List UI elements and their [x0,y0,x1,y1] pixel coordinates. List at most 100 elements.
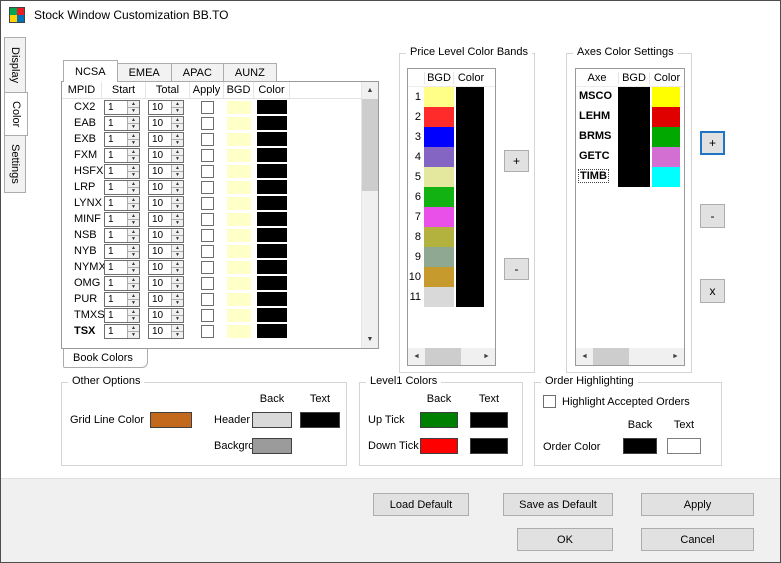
price-band-row[interactable]: 2 [408,107,495,127]
scroll-left-icon[interactable]: ◄ [408,348,425,365]
axes-row[interactable]: LEHM [576,107,684,127]
apply-checkbox[interactable] [200,308,214,322]
apply-checkbox[interactable] [200,228,214,242]
spin-down-icon[interactable]: ▼ [172,315,183,322]
bgd-swatch[interactable] [227,276,251,290]
spin-down-icon[interactable]: ▼ [128,331,139,338]
total-spinner[interactable]: 10 ▲ ▼ [148,260,184,275]
scroll-left-icon[interactable]: ◄ [576,348,593,365]
spin-down-icon[interactable]: ▼ [128,187,139,194]
header-back-swatch[interactable] [252,412,292,428]
tab-apac[interactable]: APAC [170,63,224,82]
book-row[interactable]: PUR 1 ▲ ▼ 10 ▲ ▼ [62,291,361,307]
book-row[interactable]: HSFX 1 ▲ ▼ 10 ▲ ▼ [62,163,361,179]
book-row[interactable]: NYMX 1 ▲ ▼ 10 ▲ ▼ [62,259,361,275]
background-swatch[interactable] [252,438,292,454]
axes-row[interactable]: BRMS [576,127,684,147]
save-as-default-button[interactable]: Save as Default [503,493,613,516]
color-swatch[interactable] [257,116,287,130]
start-spinner[interactable]: 1 ▲ ▼ [104,276,140,291]
apply-checkbox[interactable] [200,116,214,130]
axe-bgd-swatch[interactable] [618,127,650,147]
total-spinner[interactable]: 10 ▲ ▼ [148,324,184,339]
spin-down-icon[interactable]: ▼ [128,123,139,130]
axe-bgd-swatch[interactable] [618,107,650,127]
book-row[interactable]: NYB 1 ▲ ▼ 10 ▲ ▼ [62,243,361,259]
spin-down-icon[interactable]: ▼ [172,187,183,194]
axes-row[interactable]: MSCO [576,87,684,107]
spin-down-icon[interactable]: ▼ [128,203,139,210]
book-row[interactable]: CX2 1 ▲ ▼ 10 ▲ ▼ [62,99,361,115]
spin-down-icon[interactable]: ▼ [172,123,183,130]
total-spinner[interactable]: 10 ▲ ▼ [148,228,184,243]
axes-row[interactable]: GETC [576,147,684,167]
side-tab-settings[interactable]: Settings [4,135,26,193]
book-row[interactable]: EAB 1 ▲ ▼ 10 ▲ ▼ [62,115,361,131]
apply-checkbox[interactable] [200,196,214,210]
ok-button[interactable]: OK [517,528,613,551]
spin-down-icon[interactable]: ▼ [172,155,183,162]
book-row[interactable]: TMXS 1 ▲ ▼ 10 ▲ ▼ [62,307,361,323]
side-tab-color[interactable]: Color [4,92,28,136]
band-bgd-swatch[interactable] [424,87,454,107]
apply-checkbox[interactable] [200,276,214,290]
band-bgd-swatch[interactable] [424,147,454,167]
price-band-row[interactable]: 10 [408,267,495,287]
bgd-swatch[interactable] [227,324,251,338]
band-bgd-swatch[interactable] [424,247,454,267]
apply-checkbox[interactable] [200,292,214,306]
apply-checkbox[interactable] [200,100,214,114]
axes-delete-button[interactable]: x [700,279,725,303]
book-vertical-scrollbar[interactable]: ▲ ▼ [361,82,378,348]
scroll-right-icon[interactable]: ► [667,348,684,365]
band-color-swatch[interactable] [456,227,484,247]
bgd-swatch[interactable] [227,244,251,258]
tab-emea[interactable]: EMEA [116,63,172,82]
start-spinner[interactable]: 1 ▲ ▼ [104,244,140,259]
price-band-row[interactable]: 6 [408,187,495,207]
spin-down-icon[interactable]: ▼ [128,171,139,178]
color-swatch[interactable] [257,180,287,194]
band-bgd-swatch[interactable] [424,267,454,287]
spin-down-icon[interactable]: ▼ [128,267,139,274]
band-color-swatch[interactable] [456,127,484,147]
cancel-button[interactable]: Cancel [641,528,754,551]
start-spinner[interactable]: 1 ▲ ▼ [104,132,140,147]
spin-down-icon[interactable]: ▼ [172,331,183,338]
total-spinner[interactable]: 10 ▲ ▼ [148,148,184,163]
axe-color-swatch[interactable] [652,107,680,127]
total-spinner[interactable]: 10 ▲ ▼ [148,100,184,115]
load-default-button[interactable]: Load Default [373,493,469,516]
band-bgd-swatch[interactable] [424,167,454,187]
color-swatch[interactable] [257,100,287,114]
band-bgd-swatch[interactable] [424,227,454,247]
price-band-row[interactable]: 5 [408,167,495,187]
price-band-row[interactable]: 7 [408,207,495,227]
apply-button[interactable]: Apply [641,493,754,516]
color-swatch[interactable] [257,212,287,226]
scroll-thumb[interactable] [425,348,461,365]
band-bgd-swatch[interactable] [424,107,454,127]
downtick-text-swatch[interactable] [470,438,508,454]
start-spinner[interactable]: 1 ▲ ▼ [104,180,140,195]
scroll-thumb[interactable] [362,99,378,191]
apply-checkbox[interactable] [200,244,214,258]
spin-down-icon[interactable]: ▼ [128,235,139,242]
total-spinner[interactable]: 10 ▲ ▼ [148,292,184,307]
bgd-swatch[interactable] [227,164,251,178]
total-spinner[interactable]: 10 ▲ ▼ [148,196,184,211]
spin-down-icon[interactable]: ▼ [172,219,183,226]
start-spinner[interactable]: 1 ▲ ▼ [104,308,140,323]
spin-down-icon[interactable]: ▼ [128,315,139,322]
axes-row[interactable]: TIMB [576,167,684,187]
apply-checkbox[interactable] [200,260,214,274]
band-color-swatch[interactable] [456,267,484,287]
band-bgd-swatch[interactable] [424,187,454,207]
spin-down-icon[interactable]: ▼ [128,219,139,226]
axe-color-swatch[interactable] [652,147,680,167]
bgd-swatch[interactable] [227,292,251,306]
band-color-swatch[interactable] [456,287,484,307]
color-swatch[interactable] [257,324,287,338]
band-color-swatch[interactable] [456,187,484,207]
apply-checkbox[interactable] [200,212,214,226]
